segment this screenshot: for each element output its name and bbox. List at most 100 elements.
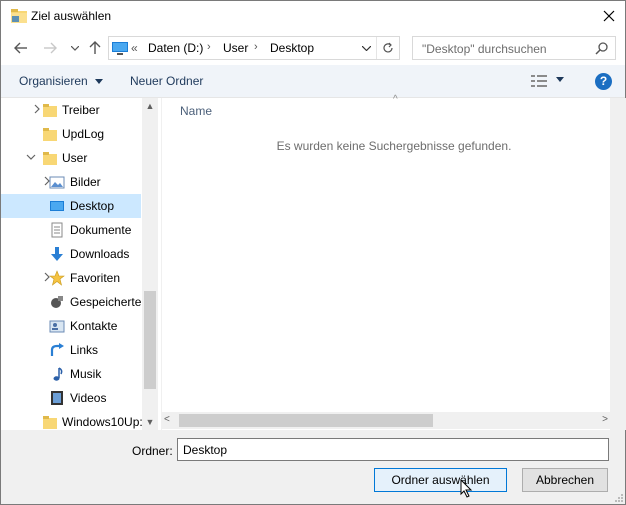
new-folder-button[interactable]: Neuer Ordner	[130, 74, 203, 88]
tree-item[interactable]: Favoriten	[1, 266, 141, 290]
file-vertical-scrollbar[interactable]	[610, 98, 626, 430]
tree-item-label: Videos	[70, 391, 107, 405]
up-arrow-icon	[89, 41, 101, 54]
recent-locations-button[interactable]	[65, 38, 85, 58]
refresh-icon	[383, 42, 393, 53]
tree-item-label: Bilder	[70, 175, 101, 189]
folder-picker-dialog: Ziel auswählen « Daten (D:) › User › Des…	[0, 0, 626, 505]
chevron-down-icon	[71, 45, 79, 51]
computer-icon	[112, 42, 128, 55]
tree-item-label: Windows10Up:	[62, 415, 143, 429]
search-placeholder: "Desktop" durchsuchen	[422, 42, 547, 56]
empty-results-message: Es wurden keine Suchergebnisse gefunden.	[276, 139, 512, 153]
column-header-name[interactable]: Name	[180, 104, 212, 118]
tree-item[interactable]: User	[1, 146, 141, 170]
navigation-tree[interactable]: Treiber UpdLog User Bilder Desktop Dokumente D…	[1, 98, 158, 430]
folder-icon	[43, 128, 57, 141]
scroll-up-arrow-icon[interactable]: ▲	[142, 98, 158, 114]
tree-item-label: User	[62, 151, 88, 165]
cancel-button[interactable]: Abbrechen	[522, 468, 608, 492]
tree-item[interactable]: Desktop	[1, 194, 141, 218]
help-icon[interactable]: ?	[595, 73, 612, 90]
tree-item-label: Gespeicherte	[70, 295, 142, 309]
chevron-right-icon[interactable]	[32, 104, 42, 114]
address-segment-desktop[interactable]: Desktop	[270, 41, 314, 55]
command-bar: Organisieren Neuer Ordner ?	[1, 65, 625, 98]
back-arrow-icon	[14, 42, 27, 54]
tree-item[interactable]: Musik	[1, 362, 141, 386]
documents-icon	[51, 222, 63, 238]
tree-item[interactable]: Gespeicherte	[1, 290, 141, 314]
folder-label: Ordner:	[132, 444, 173, 458]
tree-item-label: Links	[70, 343, 99, 357]
tree-vertical-scrollbar[interactable]: ▲ ▼	[142, 98, 158, 430]
navigation-bar: « Daten (D:) › User › Desktop "Desktop" …	[1, 32, 625, 64]
address-bar[interactable]: « Daten (D:) › User › Desktop	[108, 36, 400, 60]
address-segment-user[interactable]: User	[223, 41, 248, 55]
tree-item-label: Kontakte	[70, 319, 118, 333]
links-icon	[50, 343, 64, 356]
search-icon[interactable]	[595, 41, 609, 55]
caret-down-icon	[95, 79, 104, 85]
address-dropdown-button[interactable]	[357, 37, 377, 59]
folder-icon	[43, 152, 57, 165]
scrollbar-thumb[interactable]	[179, 414, 433, 427]
address-segment-drive[interactable]: Daten (D:)	[148, 41, 203, 55]
forward-button[interactable]	[40, 38, 60, 58]
folder-icon	[43, 104, 57, 117]
folder-name-input[interactable]	[177, 438, 609, 461]
scrollbar-thumb[interactable]	[144, 291, 156, 389]
downloads-icon	[51, 247, 63, 261]
chevron-down-icon	[362, 45, 371, 51]
star-icon	[49, 270, 65, 286]
tree-item-label: UpdLog	[62, 127, 105, 141]
view-options-icon[interactable]	[531, 75, 547, 87]
tree-item[interactable]: UpdLog	[1, 122, 141, 146]
tree-item[interactable]: Bilder	[1, 170, 141, 194]
address-separator[interactable]: ›	[254, 41, 258, 53]
file-horizontal-scrollbar[interactable]: < >	[162, 412, 610, 429]
sort-caret-icon: ^	[393, 94, 398, 105]
organize-label: Organisieren	[19, 74, 88, 88]
chevron-down-icon[interactable]	[26, 152, 36, 162]
tree-item[interactable]: Dokumente	[1, 218, 141, 242]
search-input[interactable]: "Desktop" durchsuchen	[412, 36, 616, 60]
tree-item-label: Treiber	[62, 103, 100, 117]
bottom-panel: Ordner: Ordner auswählen Abbrechen	[1, 430, 625, 504]
file-list[interactable]: ^ Name Es wurden keine Suchergebnisse ge…	[161, 94, 626, 430]
saved-games-icon	[51, 296, 63, 308]
select-folder-button[interactable]: Ordner auswählen	[374, 468, 507, 492]
refresh-button[interactable]	[377, 37, 399, 59]
resize-grip-icon[interactable]	[613, 492, 623, 502]
organize-button[interactable]: Organisieren	[19, 74, 104, 88]
mouse-cursor-icon	[460, 479, 473, 498]
tree-item-label: Musik	[70, 367, 102, 381]
scroll-down-arrow-icon[interactable]: ▼	[142, 414, 158, 430]
contacts-icon	[49, 320, 65, 333]
tree-item[interactable]: Treiber	[1, 98, 141, 122]
music-icon	[53, 367, 63, 381]
tree-item[interactable]: Windows10Up:	[1, 410, 143, 430]
pictures-icon	[49, 176, 65, 189]
desktop-icon	[50, 201, 64, 211]
tree-item-label: Dokumente	[70, 223, 132, 237]
tree-item[interactable]: Kontakte	[1, 314, 141, 338]
forward-arrow-icon	[44, 42, 57, 54]
tree-item[interactable]: Videos	[1, 386, 141, 410]
videos-icon	[51, 391, 63, 405]
tree-item-label: Desktop	[70, 199, 115, 213]
back-button[interactable]	[11, 38, 31, 58]
tree-item-label: Favoriten	[70, 271, 121, 285]
folder-icon	[43, 416, 57, 429]
title-bar: Ziel auswählen	[1, 1, 625, 32]
address-overflow[interactable]: «	[131, 41, 138, 55]
up-button[interactable]	[85, 38, 105, 58]
scroll-left-arrow-icon[interactable]: <	[164, 414, 170, 425]
address-separator[interactable]: ›	[207, 41, 211, 53]
close-button[interactable]	[593, 1, 625, 31]
caret-down-icon[interactable]	[556, 77, 564, 82]
folder-icon	[11, 9, 27, 23]
tree-item[interactable]: Links	[1, 338, 141, 362]
tree-item[interactable]: Downloads	[1, 242, 141, 266]
scroll-right-arrow-icon[interactable]: >	[602, 414, 608, 425]
